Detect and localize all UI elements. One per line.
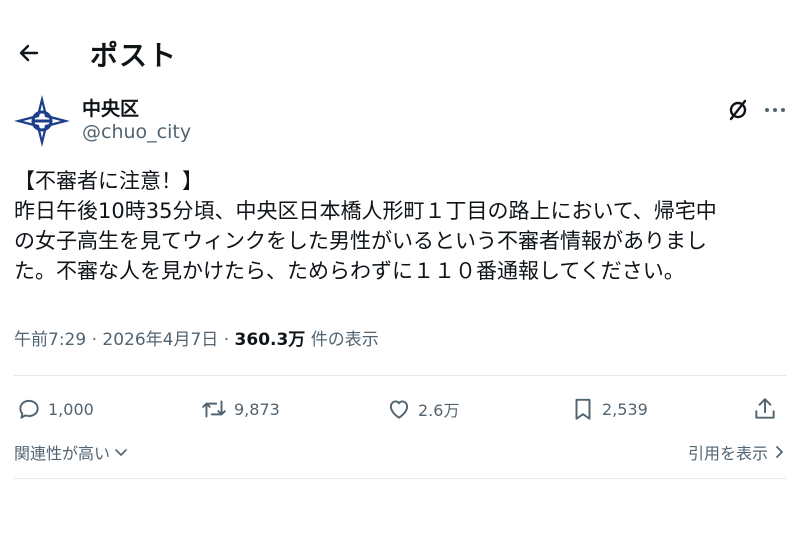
post-date[interactable]: 2026年4月7日 — [102, 330, 218, 350]
bookmark-count: 2,539 — [602, 399, 648, 419]
back-button[interactable] — [12, 36, 46, 70]
reply-icon — [19, 399, 39, 419]
chevron-down-icon — [115, 449, 127, 456]
view-quotes-link[interactable]: 引用を表示 — [688, 440, 786, 464]
chevron-right-icon — [776, 446, 783, 458]
view-count-suffix: 件の表示 — [305, 330, 379, 350]
tweet-text: 【不審者に注意！】 昨日午後10時35分頃、中央区日本橋人形町１丁目の路上におい… — [14, 166, 794, 286]
tweet-line: 昨日午後10時35分頃、中央区日本橋人形町１丁目の路上において、帰宅中 — [14, 199, 717, 223]
divider — [14, 478, 786, 479]
view-count: 360.3万 — [234, 330, 306, 350]
tweet-line: の女子高生を見てウィンクをした男性がいるという不審者情報がありまし — [14, 229, 707, 253]
repost-count: 9,873 — [234, 399, 280, 419]
repost-icon — [202, 400, 226, 418]
quotes-label: 引用を表示 — [687, 444, 768, 463]
author-handle[interactable]: @chuo_city — [82, 121, 191, 143]
relevance-row: 関連性が高い 引用を表示 — [14, 440, 786, 466]
avatar[interactable] — [12, 93, 72, 149]
meta-separator: · — [218, 330, 235, 350]
tweet-line: 【不審者に注意！】 — [14, 169, 203, 193]
more-dots-icon — [765, 108, 785, 112]
arrow-left-icon — [19, 44, 39, 62]
share-icon — [755, 398, 775, 419]
page-title: ポスト — [90, 39, 178, 72]
action-bar: 1,000 9,873 2.6万 2,539 — [0, 392, 800, 426]
more-options-button[interactable] — [760, 96, 790, 124]
divider — [14, 375, 786, 376]
share-button[interactable] — [752, 392, 778, 426]
post-header: ポスト — [0, 0, 800, 96]
tweet-meta: 午前7:29 · 2026年4月7日 · 360.3万 件の表示 — [14, 325, 379, 350]
meta-separator: · — [86, 330, 103, 350]
reply-button[interactable]: 1,000 — [16, 392, 94, 426]
reply-count: 1,000 — [48, 399, 94, 419]
author-name[interactable]: 中央区 — [82, 94, 139, 121]
sort-label: 関連性が高い — [14, 444, 111, 463]
grok-button[interactable] — [724, 96, 752, 124]
repost-button[interactable]: 9,873 — [200, 392, 280, 426]
grok-icon — [729, 99, 747, 121]
bookmark-button[interactable]: 2,539 — [570, 392, 648, 426]
chuo-city-emblem-icon — [14, 95, 70, 147]
sort-relevance-dropdown[interactable]: 関連性が高い — [14, 440, 128, 464]
post-time[interactable]: 午前7:29 — [14, 330, 86, 350]
like-count: 2.6万 — [418, 401, 460, 420]
like-button[interactable]: 2.6万 — [386, 392, 459, 426]
bookmark-icon — [575, 398, 591, 420]
tweet-line: た。不審な人を見かけたら、ためらわずに１１０番通報してください。 — [14, 259, 685, 283]
heart-icon — [389, 400, 409, 419]
